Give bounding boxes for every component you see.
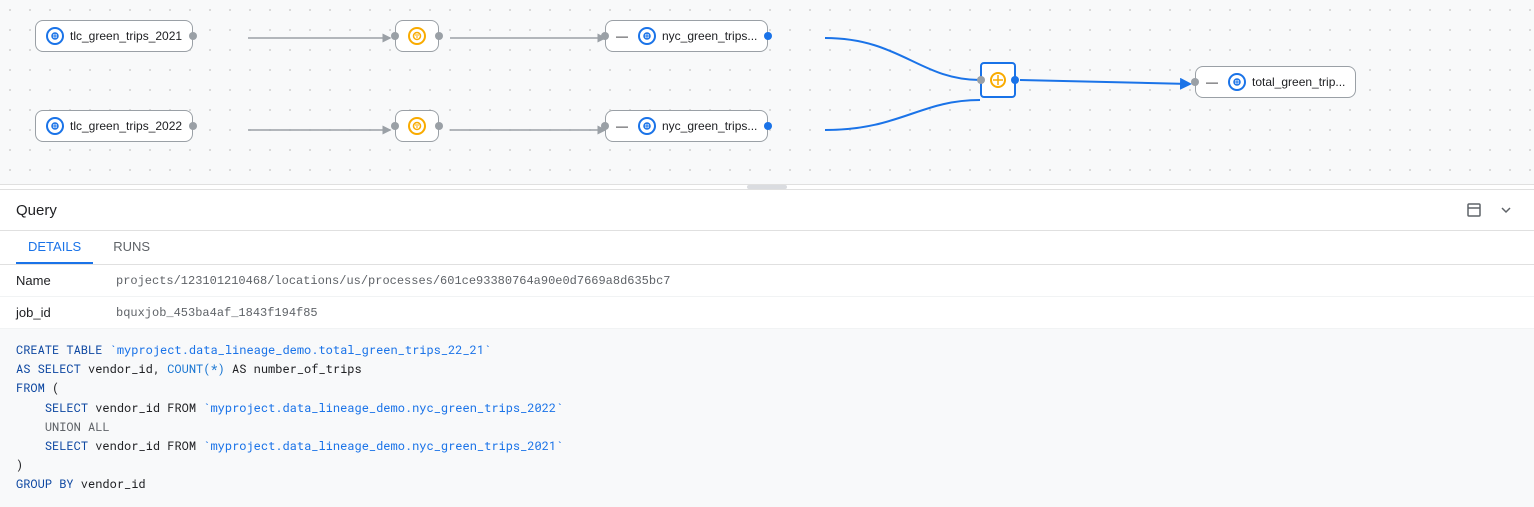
panel-actions: [1462, 198, 1518, 222]
detail-value-jobid: bquxjob_453ba4af_1843f194f85: [100, 297, 1534, 329]
detail-key-name: Name: [0, 265, 100, 297]
node-out-dot: [435, 32, 443, 40]
node-tlc2022[interactable]: tlc_green_trips_2022: [35, 110, 193, 142]
kw-select-1: SELECT: [45, 400, 95, 416]
code-line-6: SELECT vendor_id FROM `myproject.data_li…: [16, 437, 1518, 456]
node-filter2-icon: [408, 117, 426, 135]
node-out-dot-blue2: [764, 122, 772, 130]
code-indent3: [16, 438, 45, 454]
node-in-dot: [391, 32, 399, 40]
node-total-label: total_green_trip...: [1252, 75, 1345, 89]
code-line-7: ): [16, 456, 1518, 475]
node-tlc2021-label: tlc_green_trips_2021: [70, 29, 182, 43]
detail-value-name: projects/123101210468/locations/us/proce…: [100, 265, 1534, 297]
node-in-dot: [391, 122, 399, 130]
node-filter-icon: [408, 27, 426, 45]
dag-canvas: tlc_green_trips_2021 — nyc_green_trips..…: [0, 0, 1534, 185]
node-union-out: [1011, 76, 1019, 84]
node-union[interactable]: [980, 62, 1016, 98]
divider-handle: [747, 185, 787, 189]
node-icon-output: [638, 27, 656, 45]
node-icon-total: [1228, 73, 1246, 91]
code-paren-open: (: [45, 380, 59, 396]
panel-title: Query: [16, 202, 57, 219]
node-out-dot: [189, 32, 197, 40]
node-icon-source: [46, 27, 64, 45]
table-name-1: `myproject.data_lineage_demo.total_green…: [110, 342, 492, 358]
code-paren-close: ): [16, 457, 23, 473]
node-in-dot: [601, 32, 609, 40]
code-vendor-from: vendor_id FROM: [95, 400, 203, 416]
collapse-button[interactable]: [1494, 198, 1518, 222]
code-indent1: [16, 400, 45, 416]
code-union-all: UNION ALL: [45, 419, 110, 435]
table-row: job_id bquxjob_453ba4af_1843f194f85: [0, 297, 1534, 329]
code-line-3: FROM (: [16, 379, 1518, 398]
code-vendor-from-2: vendor_id FROM: [95, 438, 203, 454]
node-tlc2022-label: tlc_green_trips_2022: [70, 119, 182, 133]
node-in-dot-total: [1191, 78, 1199, 86]
node-nyc2021-label: nyc_green_trips...: [662, 29, 757, 43]
node-icon-output2: [638, 117, 656, 135]
window-button[interactable]: [1462, 198, 1486, 222]
code-line-4: SELECT vendor_id FROM `myproject.data_li…: [16, 399, 1518, 418]
kw-from: FROM: [16, 380, 45, 396]
kw-group-by: GROUP BY: [16, 476, 74, 492]
node-union-in-top: [977, 76, 985, 84]
kw-create: CREATE TABLE: [16, 342, 110, 358]
table-row: Name projects/123101210468/locations/us/…: [0, 265, 1534, 297]
node-filter2022[interactable]: [395, 110, 439, 142]
node-filter2021[interactable]: [395, 20, 439, 52]
collapse-icon: [1498, 202, 1514, 218]
code-as-trips: AS number_of_trips: [225, 361, 362, 377]
window-icon: [1466, 202, 1482, 218]
code-line-5: UNION ALL: [16, 418, 1518, 437]
code-table-2021: `myproject.data_lineage_demo.nyc_green_t…: [203, 438, 563, 454]
tab-runs[interactable]: RUNS: [101, 231, 162, 264]
tabs-row: DETAILS RUNS: [0, 231, 1534, 265]
node-nyc2021[interactable]: — nyc_green_trips...: [605, 20, 768, 52]
node-total[interactable]: — total_green_trip...: [1195, 66, 1356, 98]
code-vendor-id-gb: vendor_id: [74, 476, 146, 492]
code-table-2022: `myproject.data_lineage_demo.nyc_green_t…: [203, 400, 563, 416]
node-nyc2022-label: nyc_green_trips...: [662, 119, 757, 133]
detail-key-jobid: job_id: [0, 297, 100, 329]
code-vendor-id: vendor_id,: [88, 361, 167, 377]
node-out-dot-blue: [764, 32, 772, 40]
node-out-dot: [189, 122, 197, 130]
code-line-1: CREATE TABLE `myproject.data_lineage_dem…: [16, 341, 1518, 360]
code-line-8: GROUP BY vendor_id: [16, 475, 1518, 494]
node-out-dot: [435, 122, 443, 130]
code-area: CREATE TABLE `myproject.data_lineage_dem…: [0, 329, 1534, 507]
panel-header: Query: [0, 190, 1534, 231]
node-tlc2021[interactable]: tlc_green_trips_2021: [35, 20, 193, 52]
kw-select-2: SELECT: [45, 438, 95, 454]
details-table: Name projects/123101210468/locations/us/…: [0, 265, 1534, 329]
node-union-icon: [989, 71, 1007, 89]
node-in-dot: [601, 122, 609, 130]
code-line-2: AS SELECT vendor_id, COUNT(*) AS number_…: [16, 360, 1518, 379]
node-nyc2022[interactable]: — nyc_green_trips...: [605, 110, 768, 142]
query-panel: Query DETAILS RUNS Name projects/1231012…: [0, 189, 1534, 507]
tab-details[interactable]: DETAILS: [16, 231, 93, 264]
code-indent2: [16, 419, 45, 435]
node-icon-source2: [46, 117, 64, 135]
code-count: COUNT(*): [167, 361, 225, 377]
kw-as-select: AS SELECT: [16, 361, 88, 377]
